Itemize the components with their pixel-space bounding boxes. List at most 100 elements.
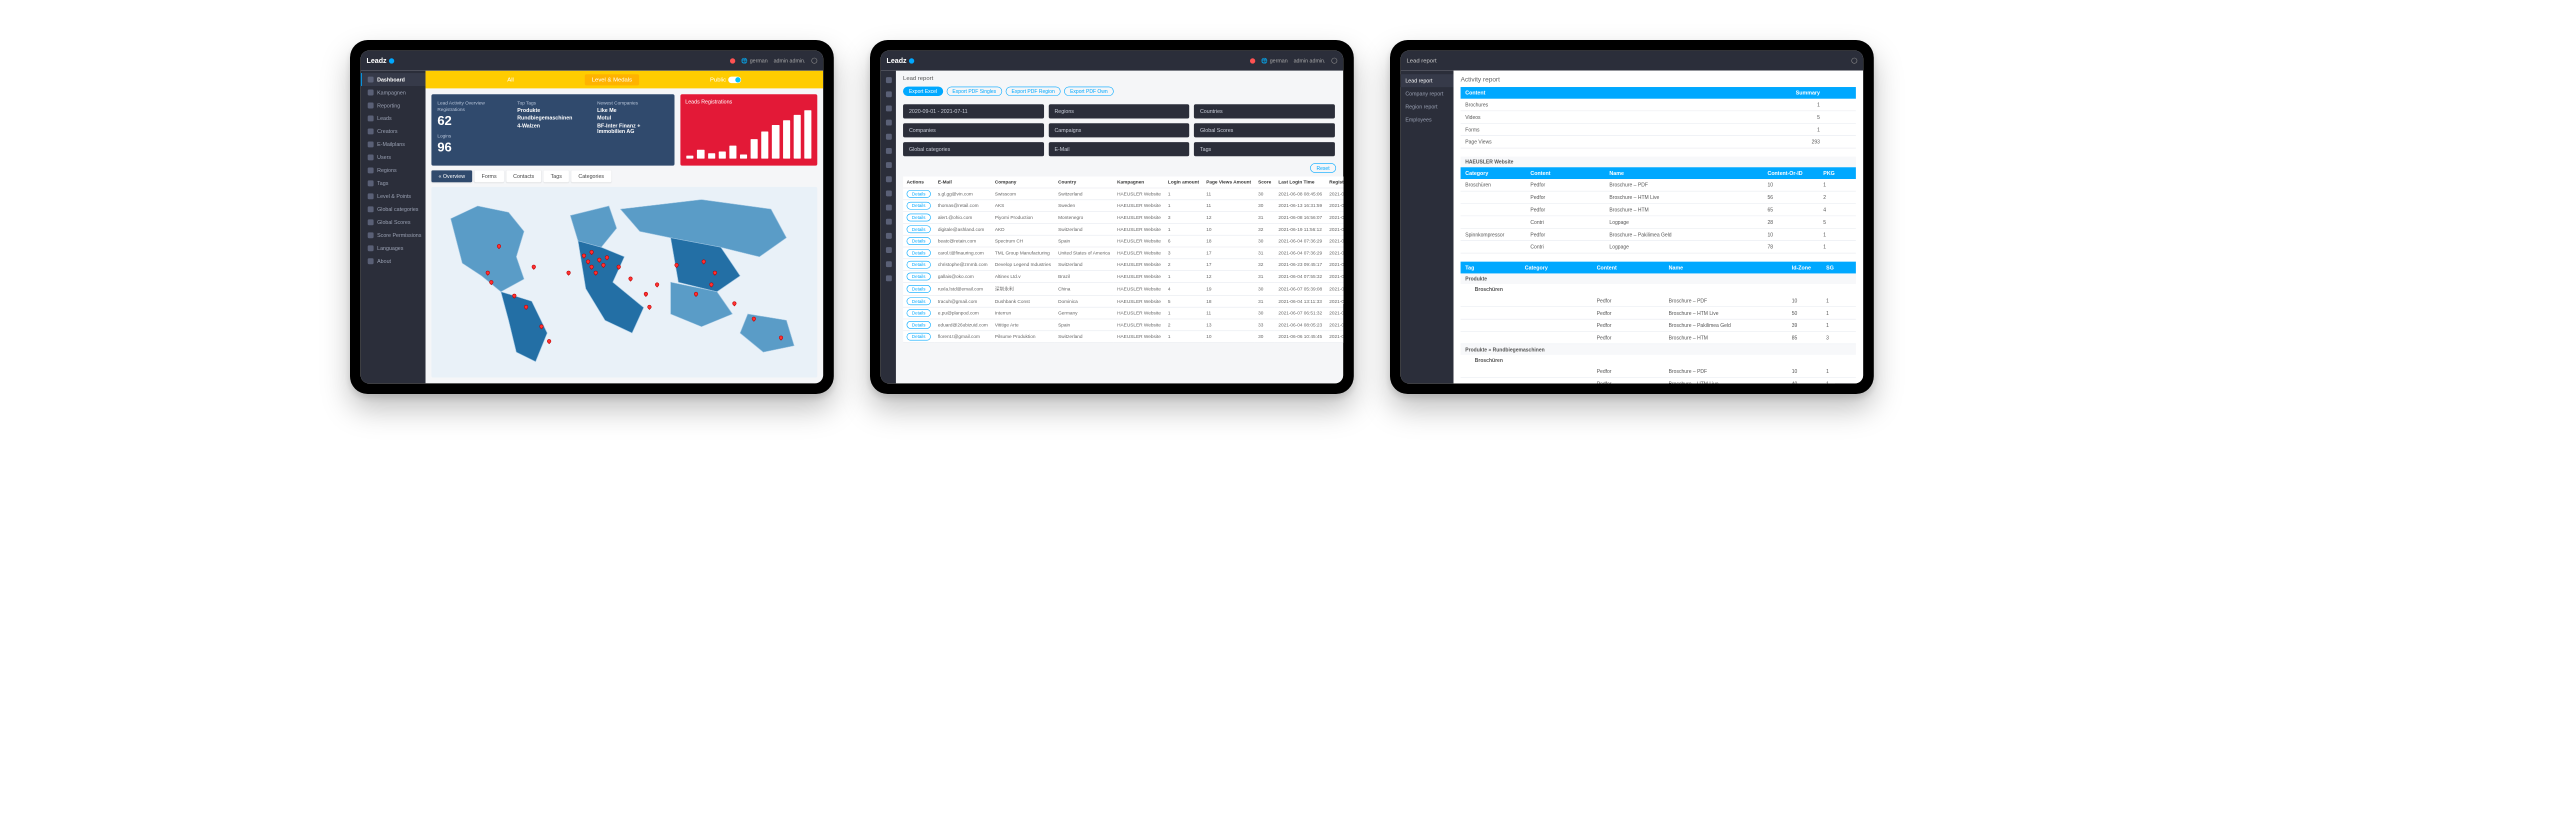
sidebar-item[interactable]: [881, 200, 896, 214]
notification-icon[interactable]: [1250, 58, 1255, 63]
sidebar-item[interactable]: Tags: [361, 177, 426, 190]
filter-field[interactable]: Countries: [1194, 104, 1335, 118]
sidebar-collapsed: [881, 71, 896, 384]
details-button[interactable]: Details: [907, 249, 931, 257]
new-company: Motul: [597, 115, 669, 121]
export-pill[interactable]: Export PDF Region: [1006, 87, 1061, 96]
lang-selector[interactable]: 🌐 german: [1261, 57, 1287, 63]
details-button[interactable]: Details: [907, 309, 931, 317]
sidebar-item[interactable]: [881, 172, 896, 186]
details-button[interactable]: Details: [907, 237, 931, 245]
filter-field[interactable]: 2020-09-01 - 2021-07-11: [903, 104, 1044, 118]
details-button[interactable]: Details: [907, 285, 931, 293]
dash-tab[interactable]: « Overview: [431, 170, 472, 182]
sidebar-item[interactable]: [881, 271, 896, 285]
screen: Leadz 🌐 german admin admin. DashboardKam…: [361, 51, 824, 384]
sidebar-item[interactable]: Languages: [361, 242, 426, 255]
reset-button[interactable]: Reset: [1310, 163, 1336, 172]
report-nav-item[interactable]: Company report: [1401, 87, 1454, 100]
column-header[interactable]: Registrations: [1326, 176, 1343, 188]
user-name[interactable]: admin admin.: [1294, 58, 1326, 64]
nav-icon: [886, 205, 892, 211]
sidebar-item[interactable]: Dashboard: [361, 73, 426, 86]
details-button[interactable]: Details: [907, 213, 931, 221]
sidebar-item[interactable]: About: [361, 255, 426, 268]
table-row: Detailsbeatc@retain.comSpectrum CHSpainH…: [903, 235, 1343, 247]
column-header[interactable]: Company: [991, 176, 1054, 188]
power-icon[interactable]: [1331, 58, 1337, 64]
tag-row: PedforBroschure – Pakilimea Geld391: [1461, 320, 1856, 332]
sidebar-item[interactable]: [881, 186, 896, 200]
details-button[interactable]: Details: [907, 190, 931, 198]
details-button[interactable]: Details: [907, 202, 931, 210]
column-header[interactable]: Login amount: [1164, 176, 1202, 188]
sidebar-item[interactable]: Leads: [361, 112, 426, 125]
filter-field[interactable]: Global categories: [903, 142, 1044, 156]
filter-field[interactable]: E-Mail: [1049, 142, 1190, 156]
sidebar-item[interactable]: [881, 243, 896, 257]
report-nav-item[interactable]: Region report: [1401, 100, 1454, 113]
filter-field[interactable]: Campaigns: [1049, 123, 1190, 137]
export-pill[interactable]: Export PDF Singles: [947, 87, 1003, 96]
sidebar-item[interactable]: [881, 73, 896, 87]
world-map[interactable]: [431, 187, 817, 378]
filter-field[interactable]: Companies: [903, 123, 1044, 137]
column-header[interactable]: Last Login Time: [1275, 176, 1326, 188]
sidebar-item[interactable]: [881, 87, 896, 101]
details-button[interactable]: Details: [907, 333, 931, 341]
report-nav-item[interactable]: Lead report: [1401, 74, 1454, 87]
sidebar-item[interactable]: Level & Points: [361, 190, 426, 203]
details-button[interactable]: Details: [907, 261, 931, 269]
sidebar-item[interactable]: Users: [361, 151, 426, 164]
sidebar-item[interactable]: E-Mailplans: [361, 138, 426, 151]
yb-center[interactable]: Level & Medals: [585, 74, 640, 85]
column-header[interactable]: Page Views Amount: [1203, 176, 1255, 188]
user-name[interactable]: admin admin.: [774, 58, 806, 64]
lang-selector[interactable]: 🌐 german: [741, 57, 767, 63]
power-icon[interactable]: [1851, 58, 1857, 64]
sidebar-item[interactable]: Reporting: [361, 99, 426, 112]
details-button[interactable]: Details: [907, 272, 931, 280]
dash-tab[interactable]: Contacts: [506, 170, 541, 182]
details-button[interactable]: Details: [907, 321, 931, 329]
sidebar-item[interactable]: Score Permissions: [361, 229, 426, 242]
sidebar-item[interactable]: [881, 257, 896, 271]
sidebar-item[interactable]: [881, 116, 896, 130]
sidebar-item[interactable]: [881, 130, 896, 144]
sidebar-item[interactable]: Global Scores: [361, 216, 426, 229]
column-header[interactable]: Country: [1055, 176, 1114, 188]
brand[interactable]: Leadz: [367, 57, 395, 65]
new-company: Like Me: [597, 107, 669, 113]
filter-field[interactable]: Global Scores: [1194, 123, 1335, 137]
export-pill[interactable]: Export Excel: [903, 87, 943, 96]
nav-icon: [368, 90, 374, 96]
report-nav-item[interactable]: Employees: [1401, 113, 1454, 126]
sidebar-item[interactable]: Kampagnen: [361, 86, 426, 99]
sidebar-item[interactable]: Regions: [361, 164, 426, 177]
sidebar-item[interactable]: [881, 229, 896, 243]
yb-toggle[interactable]: Public: [710, 76, 741, 82]
filter-field[interactable]: Regions: [1049, 104, 1190, 118]
column-header[interactable]: Actions: [903, 176, 934, 188]
column-header[interactable]: Score: [1255, 176, 1275, 188]
details-button[interactable]: Details: [907, 297, 931, 305]
power-icon[interactable]: [811, 58, 817, 64]
column-header[interactable]: Kampagnen: [1114, 176, 1165, 188]
yb-all[interactable]: All: [507, 76, 514, 82]
sidebar-item[interactable]: Creators: [361, 125, 426, 138]
export-pill[interactable]: Export PDF Own: [1064, 87, 1113, 96]
notification-icon[interactable]: [730, 58, 735, 63]
sidebar-item[interactable]: Global categories: [361, 203, 426, 216]
dash-tab[interactable]: Tags: [544, 170, 569, 182]
filter-field[interactable]: Tags: [1194, 142, 1335, 156]
details-button[interactable]: Details: [907, 225, 931, 233]
nav-icon: [886, 275, 892, 281]
dash-tab[interactable]: Forms: [474, 170, 503, 182]
brand[interactable]: Leadz: [887, 57, 915, 65]
sidebar-item[interactable]: [881, 215, 896, 229]
sidebar-item[interactable]: [881, 144, 896, 158]
sidebar-item[interactable]: [881, 101, 896, 115]
column-header[interactable]: E-Mail: [934, 176, 991, 188]
dash-tab[interactable]: Categories: [571, 170, 611, 182]
sidebar-item[interactable]: [881, 158, 896, 172]
